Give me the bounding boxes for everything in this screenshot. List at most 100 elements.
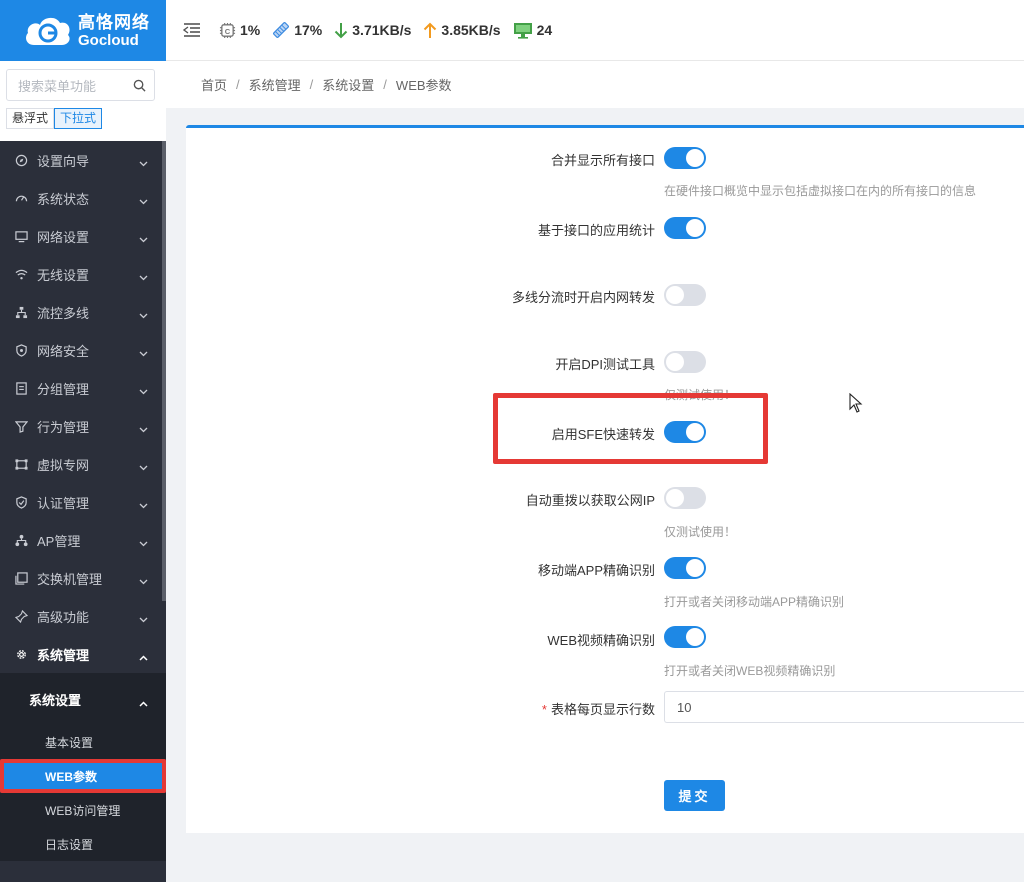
monitor-icon — [513, 22, 532, 39]
toggle-dpi-test-tool[interactable] — [664, 351, 706, 373]
sidebar-item-group-management[interactable]: 分组管理 — [0, 369, 166, 407]
setting-hint: 打开或者关闭移动端APP精确识别 — [664, 595, 845, 609]
download-speed: 3.71KB/s — [334, 22, 411, 39]
mouse-cursor-icon — [849, 392, 863, 416]
chevron-down-icon — [139, 421, 148, 436]
breadcrumb-home[interactable]: 首页 — [201, 75, 227, 94]
brand-name-cn: 高恪网络 — [78, 12, 150, 32]
chevron-down-icon — [139, 155, 148, 170]
list-icon — [14, 381, 28, 395]
sidebar-item-switch-management[interactable]: 交换机管理 — [0, 559, 166, 597]
sidebar-item-network-settings[interactable]: 网络设置 — [0, 217, 166, 255]
tree-icon — [14, 533, 28, 547]
rows-per-page-value: 10 — [677, 699, 692, 715]
sidebar-item-wireless-settings[interactable]: 无线设置 — [0, 255, 166, 293]
submenu-item-web-params[interactable]: WEB参数 — [0, 759, 166, 793]
chevron-up-icon — [139, 695, 148, 710]
memory-value: 17% — [294, 22, 323, 38]
submenu-system-settings[interactable]: 系统设置 — [0, 673, 166, 725]
submit-button[interactable]: 提交 — [664, 780, 725, 811]
chevron-down-icon — [139, 573, 148, 588]
sidebar-item-label: 无线设置 — [37, 267, 90, 283]
upload-value: 3.85KB/s — [441, 22, 501, 38]
sidebar-item-advanced[interactable]: 高级功能 — [0, 597, 166, 635]
setting-hint: 仅测试使用！ — [664, 525, 737, 539]
sidebar-item-system-status[interactable]: 系统状态 — [0, 179, 166, 217]
chevron-down-icon — [139, 307, 148, 322]
sidebar-item-system-management[interactable]: 系统管理 — [0, 635, 166, 673]
sidebar-item-behavior-management[interactable]: 行为管理 — [0, 407, 166, 445]
breadcrumb-system-settings[interactable]: 系统设置 — [322, 75, 374, 94]
memory-icon — [273, 22, 290, 38]
toggle-mobile-app-recognition[interactable] — [664, 557, 706, 579]
sidebar-item-label: 分组管理 — [37, 381, 90, 397]
chevron-down-icon — [139, 345, 148, 360]
shield-check-icon — [14, 495, 28, 509]
sidebar-item-label: 行为管理 — [37, 419, 90, 435]
online-clients: 24 — [513, 22, 553, 39]
menu-search-area: 搜索菜单功能 悬浮式 下拉式 — [0, 61, 166, 141]
menu-search-input[interactable]: 搜索菜单功能 — [6, 69, 155, 101]
monitor-icon — [14, 229, 28, 243]
toggle-multiline-lan-forward[interactable] — [664, 284, 706, 306]
brand-name-en: Gocloud — [78, 31, 139, 49]
setting-label: 移动端APP精确识别 — [537, 563, 655, 578]
toggle-merge-interfaces[interactable] — [664, 147, 706, 169]
sidebar-item-label: 流控多线 — [37, 305, 90, 321]
sidebar-item-flow-control[interactable]: 流控多线 — [0, 293, 166, 331]
sidebar-item-network-security[interactable]: 网络安全 — [0, 331, 166, 369]
menu-mode-dropdown[interactable]: 下拉式 — [54, 108, 103, 129]
svg-text:C: C — [225, 26, 231, 35]
chevron-up-icon — [139, 649, 148, 664]
download-value: 3.71KB/s — [352, 22, 412, 38]
setting-hint: 在硬件接口概览中显示包括虚拟接口在内的所有接口的信息 — [664, 184, 977, 198]
cloud-logo-icon — [22, 13, 74, 49]
dashboard-icon — [14, 191, 28, 205]
toggle-web-video-recognition[interactable] — [664, 626, 706, 648]
chevron-down-icon — [139, 231, 148, 246]
submenu-item-basic-settings[interactable]: 基本设置 — [0, 725, 166, 759]
clients-value: 24 — [536, 22, 553, 38]
toggle-auto-redial-public-ip[interactable] — [664, 487, 706, 509]
sidebar-item-label: 交换机管理 — [37, 571, 103, 587]
search-icon[interactable] — [133, 79, 146, 92]
arrow-down-icon — [335, 22, 348, 38]
cpu-value: 1% — [240, 22, 261, 38]
sidebar-item-label: 设置向导 — [37, 153, 90, 169]
gear-icon — [14, 647, 28, 661]
sidebar-scrollbar[interactable] — [162, 141, 166, 601]
compass-icon — [14, 153, 28, 167]
chevron-down-icon — [139, 497, 148, 512]
sidebar-item-auth-management[interactable]: 认证管理 — [0, 483, 166, 521]
topbar: C 1% 17% 3.71KB/s 3.85KB/s 24 — [166, 0, 1024, 61]
collapse-menu-icon[interactable] — [183, 23, 201, 37]
sidebar-item-label: 系统状态 — [37, 191, 90, 207]
submenu-item-log-settings[interactable]: 日志设置 — [0, 827, 166, 861]
sidebar-item-label: 虚拟专网 — [37, 457, 90, 473]
sidebar-item-label: 网络安全 — [37, 343, 90, 359]
sidebar-item-label: 高级功能 — [37, 609, 90, 625]
breadcrumb-current: WEB参数 — [395, 78, 452, 93]
sidebar-item-vpn[interactable]: 虚拟专网 — [0, 445, 166, 483]
setting-label: 基于接口的应用统计 — [537, 223, 655, 238]
menu-mode-float[interactable]: 悬浮式 — [6, 108, 55, 129]
web-params-form: 合并显示所有接口 在硬件接口概览中显示包括虚拟接口在内的所有接口的信息 基于接口… — [186, 125, 1024, 833]
sidebar-item-setup-wizard[interactable]: 设置向导 — [0, 141, 166, 179]
annotation-highlight-box — [493, 393, 768, 464]
sidebar-item-label: 认证管理 — [37, 495, 90, 511]
submenu-header-label: 系统设置 — [29, 692, 82, 708]
breadcrumb-system-management[interactable]: 系统管理 — [249, 75, 301, 94]
toggle-interface-app-stats[interactable] — [664, 217, 706, 239]
filter-icon — [14, 419, 28, 433]
network-icon — [14, 305, 28, 319]
brand-logo[interactable]: 高恪网络 Gocloud — [0, 0, 166, 61]
chevron-down-icon — [139, 611, 148, 626]
rows-per-page-input[interactable]: 10 — [664, 691, 1024, 723]
cpu-usage: C 1% — [219, 22, 260, 39]
sidebar-item-label: AP管理 — [37, 533, 81, 549]
rows-per-page-text: 表格每页显示行数 — [550, 702, 655, 717]
breadcrumb: 首页 / 系统管理 / 系统设置 / WEB参数 — [166, 61, 1024, 108]
upload-speed: 3.85KB/s — [423, 22, 501, 39]
submenu-item-web-access[interactable]: WEB访问管理 — [0, 793, 166, 827]
sidebar-item-ap-management[interactable]: AP管理 — [0, 521, 166, 559]
